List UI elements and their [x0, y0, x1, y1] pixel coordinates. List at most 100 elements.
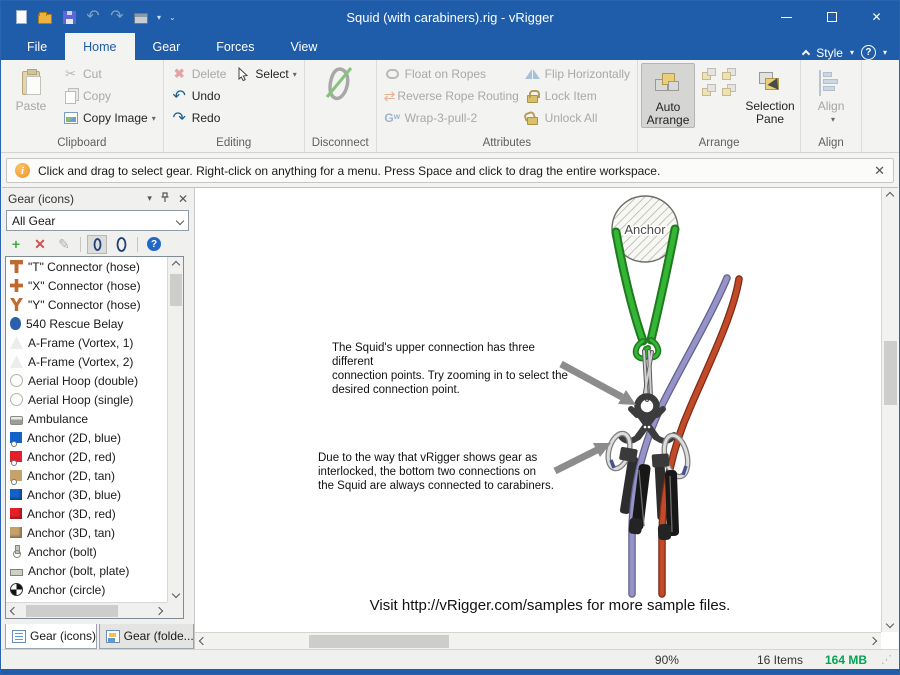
style-button[interactable]: Style — [816, 46, 843, 60]
canvas-scroll-left-icon[interactable] — [195, 633, 211, 649]
gear-item-label: A-Frame (Vortex, 2) — [28, 355, 133, 369]
new-file-icon[interactable] — [13, 9, 29, 25]
gear-item[interactable]: 540 Rescue Belay — [6, 314, 167, 333]
hscroll-thumb[interactable] — [26, 605, 118, 617]
sidebar-tab-gear-folders[interactable]: Gear (folde... — [99, 624, 194, 649]
qat-undo-icon[interactable]: ↶ — [85, 9, 101, 25]
unlock-all-button[interactable]: Unlock All — [520, 107, 634, 129]
large-icons-toggle[interactable] — [111, 235, 131, 254]
delete-button[interactable]: ✖ Delete — [167, 63, 231, 85]
qat-redo-icon[interactable]: ↷ — [109, 9, 125, 25]
disconnect-button[interactable] — [312, 63, 366, 100]
resize-grip[interactable]: ⋰ — [881, 653, 892, 666]
cut-button[interactable]: ✂ Cut — [58, 63, 160, 85]
copy-image-button[interactable]: Copy Image ▾ — [58, 107, 160, 129]
panel-close-icon[interactable]: ✕ — [178, 192, 188, 206]
tab-forces[interactable]: Forces — [198, 33, 272, 60]
gear-list-vscrollbar[interactable] — [167, 257, 183, 602]
save-icon[interactable] — [61, 9, 77, 25]
print-icon[interactable] — [133, 9, 149, 25]
gear-item[interactable]: A-Frame (Vortex, 1) — [6, 333, 167, 352]
collapse-ribbon-icon[interactable] — [802, 50, 810, 58]
tab-gear[interactable]: Gear — [135, 33, 199, 60]
help-icon[interactable]: ? — [861, 45, 876, 60]
send-to-back-icon[interactable] — [721, 83, 737, 97]
edit-gear-button[interactable]: ✎ — [54, 235, 74, 254]
pin-icon[interactable] — [160, 192, 170, 206]
scroll-up-icon[interactable] — [168, 257, 184, 273]
scroll-down-icon[interactable] — [168, 586, 184, 602]
bring-forward-icon[interactable] — [701, 67, 717, 81]
gear-item[interactable]: "X" Connector (hose) — [6, 276, 167, 295]
canvas-vscrollbar[interactable] — [881, 188, 898, 632]
gear-item[interactable]: Anchor (3D, blue) — [6, 485, 167, 504]
canvas-scroll-down-icon[interactable] — [882, 616, 898, 632]
workspace-canvas[interactable]: Anchor — [195, 188, 898, 649]
gear-filter-select[interactable]: All Gear — [6, 210, 189, 231]
send-backward-icon[interactable] — [721, 67, 737, 81]
vscroll-thumb[interactable] — [170, 274, 182, 306]
tab-view[interactable]: View — [273, 33, 336, 60]
align-dropdown-icon[interactable]: ▾ — [831, 113, 835, 126]
gear-item[interactable]: Anchor (circle) — [6, 580, 167, 599]
gear-item[interactable]: Anchor (2D, blue) — [6, 428, 167, 447]
gear-item[interactable]: Anchor (2D, tan) — [6, 466, 167, 485]
canvas-hscroll-thumb[interactable] — [309, 635, 449, 648]
qat-customize-icon[interactable]: ⌄ — [169, 13, 176, 22]
tab-file[interactable]: File — [9, 33, 65, 60]
scroll-left-icon[interactable] — [6, 603, 22, 619]
undo-button[interactable]: ↶ Undo — [167, 85, 301, 107]
select-dropdown-icon[interactable]: ▾ — [293, 70, 297, 79]
float-on-ropes-button[interactable]: Float on Ropes — [380, 63, 520, 85]
add-gear-button[interactable]: + — [6, 235, 26, 254]
help-dropdown-icon[interactable]: ▾ — [883, 48, 887, 57]
copy-image-dropdown-icon[interactable]: ▾ — [152, 114, 156, 123]
align-button[interactable]: Align ▾ — [804, 63, 858, 126]
paste-button[interactable]: Paste — [4, 63, 58, 113]
selection-pane-button[interactable]: Selection Pane — [743, 63, 797, 126]
gear-item[interactable]: Aerial Hoop (double) — [6, 371, 167, 390]
canvas-scroll-up-icon[interactable] — [882, 188, 898, 204]
info-close-icon[interactable]: ✕ — [874, 163, 885, 179]
bring-to-front-icon[interactable] — [701, 83, 717, 97]
close-button[interactable]: ✕ — [854, 1, 899, 33]
redo-button[interactable]: ↷ Redo — [167, 107, 301, 129]
reverse-rope-routing-button[interactable]: ⇄ Reverse Rope Routing — [380, 85, 520, 107]
style-dropdown-icon[interactable]: ▾ — [850, 48, 854, 57]
gear-item[interactable]: Ambulance — [6, 409, 167, 428]
scroll-right-icon[interactable] — [151, 603, 167, 619]
delete-gear-button[interactable]: ✕ — [30, 235, 50, 254]
panel-menu-icon[interactable]: ▾ — [147, 193, 152, 204]
gear-item[interactable]: Anchor (2D, red) — [6, 447, 167, 466]
zoom-level[interactable]: 90% — [655, 653, 679, 667]
gear-item[interactable]: "Y" Connector (hose) — [6, 295, 167, 314]
copy-button[interactable]: Copy — [58, 85, 160, 107]
ribbon-group-editing: ✖ Delete Select ▾ ↶ Undo — [164, 60, 305, 152]
open-file-icon[interactable] — [37, 9, 53, 25]
canvas-scroll-right-icon[interactable] — [865, 633, 881, 649]
gear-item[interactable]: Anchor (bolt) — [6, 542, 167, 561]
canvas-vscroll-thumb[interactable] — [884, 341, 897, 405]
paste-icon — [22, 66, 40, 100]
tab-home[interactable]: Home — [65, 33, 134, 60]
select-button[interactable]: Select ▾ — [230, 63, 300, 85]
maximize-button[interactable] — [809, 1, 854, 33]
canvas-hscrollbar[interactable] — [195, 632, 881, 649]
gear-list-hscrollbar[interactable] — [6, 602, 167, 618]
minimize-button[interactable] — [764, 1, 809, 33]
auto-arrange-button[interactable]: Auto Arrange — [641, 63, 695, 128]
gear-item[interactable]: "T" Connector (hose) — [6, 257, 167, 276]
small-icons-toggle[interactable] — [87, 235, 107, 254]
flip-horizontally-button[interactable]: Flip Horizontally — [520, 63, 634, 85]
gear-item[interactable]: Anchor (3D, tan) — [6, 523, 167, 542]
info-bar: i Click and drag to select gear. Right-c… — [6, 158, 894, 183]
sidebar-tab-gear-icons[interactable]: Gear (icons) — [5, 624, 97, 649]
gear-help-button[interactable]: ? — [144, 235, 164, 254]
lock-item-button[interactable]: Lock Item — [520, 85, 634, 107]
wrap-3-pull-2-button[interactable]: Gʷ Wrap-3-pull-2 — [380, 107, 520, 129]
gear-item[interactable]: Anchor (bolt, plate) — [6, 561, 167, 580]
gear-item[interactable]: Anchor (3D, red) — [6, 504, 167, 523]
gear-item[interactable]: A-Frame (Vortex, 2) — [6, 352, 167, 371]
gear-item[interactable]: Aerial Hoop (single) — [6, 390, 167, 409]
print-dropdown-icon[interactable]: ▾ — [157, 13, 161, 22]
